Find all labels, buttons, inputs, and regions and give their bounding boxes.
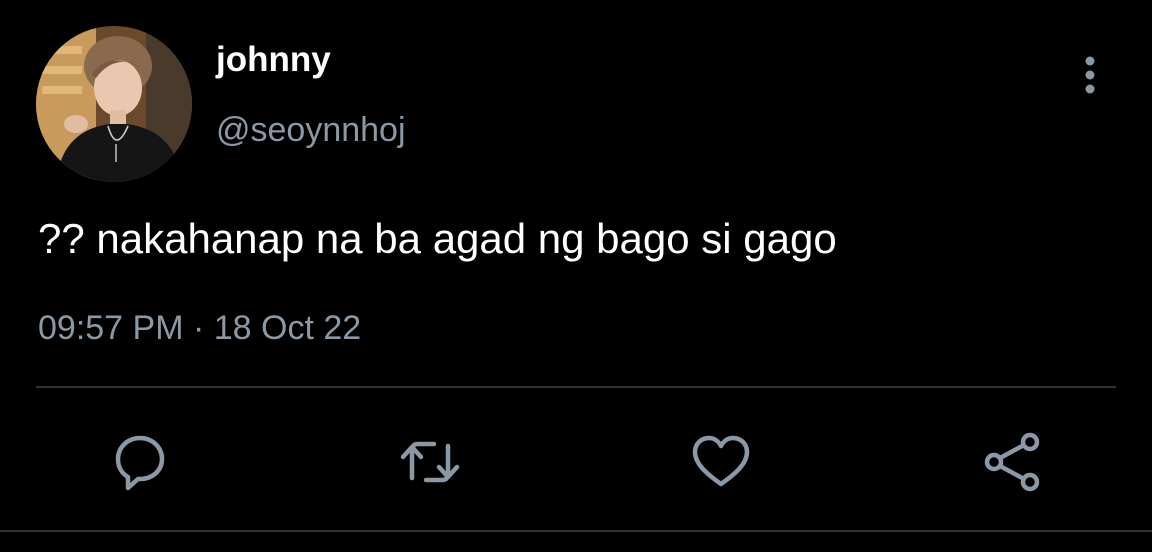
user-handle[interactable]: @seoynnhoj	[216, 108, 406, 152]
vertical-ellipsis-icon	[1085, 56, 1095, 94]
retweet-arrows-icon	[400, 441, 460, 483]
divider	[36, 386, 1116, 388]
speech-bubble-icon	[115, 435, 165, 491]
tweet-time: 09:57 PM	[38, 309, 184, 347]
display-name[interactable]: johnny	[216, 38, 331, 82]
share-button[interactable]	[980, 430, 1044, 494]
bottom-divider	[0, 530, 1152, 532]
tweet-text: ?? nakahanap na ba agad ng bago si gago	[38, 215, 837, 262]
timestamp-separator: ·	[192, 309, 205, 347]
more-options-button[interactable]	[1070, 54, 1110, 98]
retweet-button[interactable]	[398, 430, 462, 494]
heart-icon	[692, 435, 750, 487]
tweet-date: 18 Oct 22	[213, 309, 362, 347]
avatar[interactable]	[36, 26, 192, 182]
avatar-photo	[36, 26, 192, 182]
reply-button[interactable]	[108, 430, 172, 494]
like-button[interactable]	[689, 430, 753, 494]
tweet-detail: johnny @seoynnhoj ?? nakahanap na ba aga…	[0, 0, 1152, 552]
share-nodes-icon	[984, 432, 1040, 492]
tweet-timestamp[interactable]: 09:57 PM · 18 Oct 22	[38, 306, 361, 350]
